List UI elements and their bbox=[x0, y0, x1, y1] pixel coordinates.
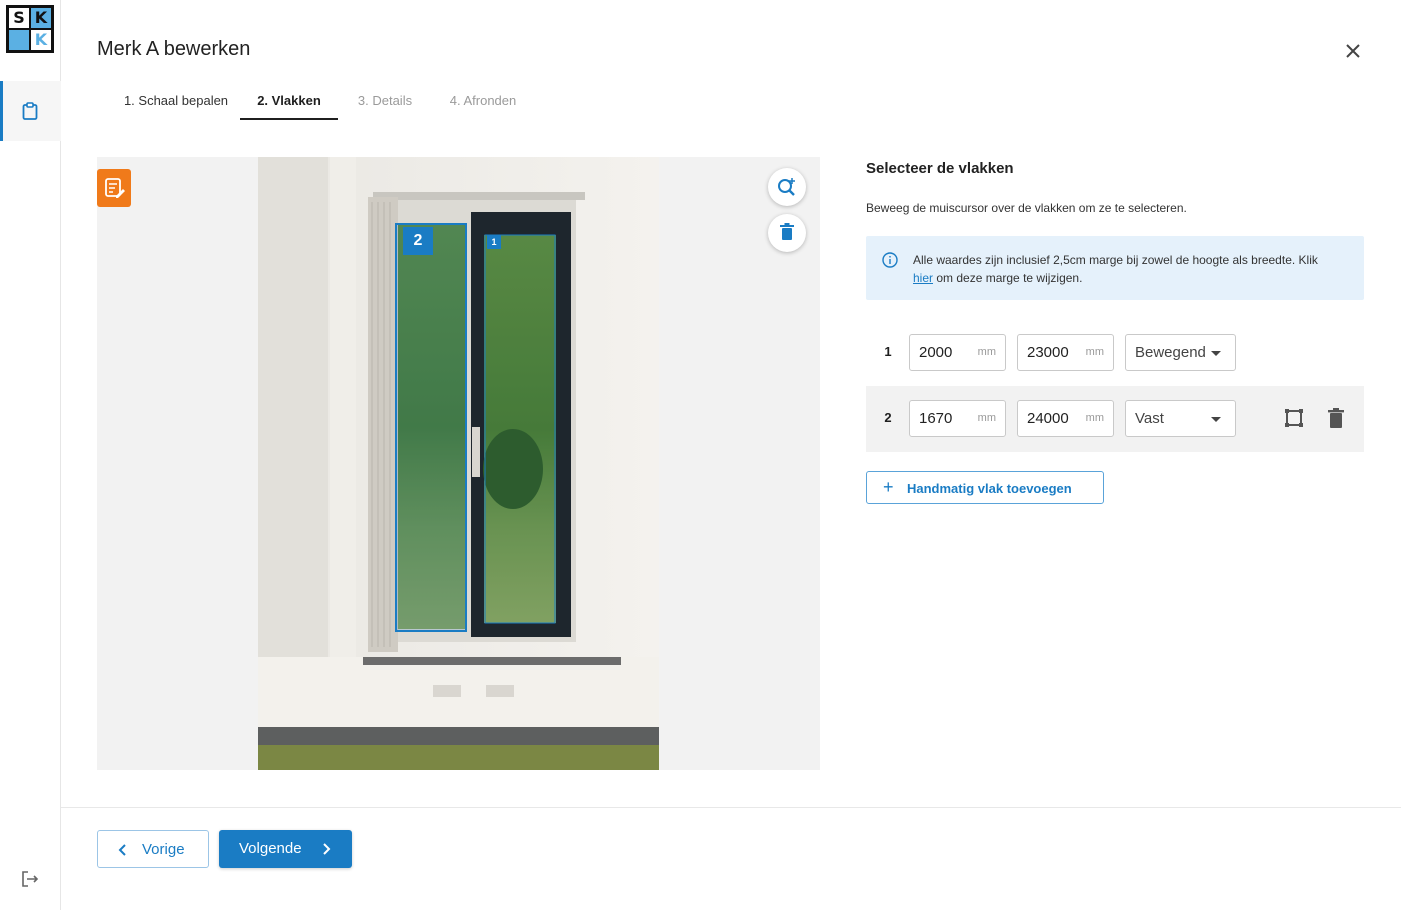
zoom-button[interactable] bbox=[768, 168, 806, 206]
plus-icon: + bbox=[883, 477, 894, 497]
add-manual-plane-label: Handmatig vlak toevoegen bbox=[907, 481, 1072, 496]
sidebar: S K K bbox=[0, 0, 61, 910]
logo-cell: K bbox=[31, 30, 51, 50]
logo-cell bbox=[9, 30, 29, 50]
tab-schaal-bepalen[interactable]: 1. Schaal bepalen bbox=[107, 82, 245, 120]
plane-row[interactable]: 1 2000 mm 23000 mm Bewegend bbox=[866, 320, 1364, 386]
tab-afronden[interactable]: 4. Afronden bbox=[439, 82, 527, 120]
plane-number: 2 bbox=[884, 410, 892, 425]
next-label: Volgende bbox=[239, 840, 302, 857]
type-select[interactable]: Bewegend bbox=[1125, 334, 1236, 371]
unit-label: mm bbox=[977, 346, 996, 358]
edit-note-icon bbox=[105, 178, 125, 198]
active-indicator bbox=[0, 81, 3, 141]
type-value: Vast bbox=[1135, 410, 1164, 427]
chevron-right-icon bbox=[323, 843, 331, 855]
info-text-before: Alle waardes zijn inclusief 2,5cm marge … bbox=[913, 253, 1318, 267]
height-value: 23000 bbox=[1027, 344, 1069, 361]
info-icon bbox=[882, 252, 898, 268]
height-value: 24000 bbox=[1027, 410, 1069, 427]
logo-cell: S bbox=[9, 8, 29, 28]
footer-divider bbox=[61, 807, 1401, 808]
plane-row[interactable]: 2 1670 mm 24000 mm Vast bbox=[866, 386, 1364, 452]
pane-label-1: 1 bbox=[487, 235, 501, 249]
info-text-after: om deze marge te wijzigen. bbox=[936, 271, 1083, 285]
tab-details[interactable]: 3. Details bbox=[349, 82, 421, 120]
height-field[interactable]: 24000 mm bbox=[1017, 400, 1114, 437]
logout-icon[interactable] bbox=[21, 871, 39, 887]
info-text: Alle waardes zijn inclusief 2,5cm marge … bbox=[913, 251, 1353, 287]
chevron-left-icon bbox=[118, 844, 126, 856]
unit-label: mm bbox=[1085, 346, 1104, 358]
section-subtitle: Beweeg de muiscursor over de vlakken om … bbox=[866, 201, 1187, 215]
image-canvas[interactable]: 2 1 bbox=[97, 157, 820, 770]
caret-down-icon bbox=[1211, 417, 1221, 422]
width-value: 2000 bbox=[919, 344, 953, 361]
previous-button[interactable]: Vorige bbox=[97, 830, 209, 868]
unit-label: mm bbox=[1085, 412, 1104, 424]
window-photo[interactable]: 2 1 bbox=[258, 157, 659, 770]
crop-icon[interactable] bbox=[1282, 406, 1306, 430]
pane-label-2: 2 bbox=[403, 227, 433, 255]
add-manual-plane-button[interactable]: + Handmatig vlak toevoegen bbox=[866, 471, 1104, 504]
caret-down-icon bbox=[1211, 351, 1221, 356]
type-select[interactable]: Vast bbox=[1125, 400, 1236, 437]
app-logo[interactable]: S K K bbox=[6, 5, 54, 53]
type-value: Bewegend bbox=[1135, 344, 1206, 361]
width-field[interactable]: 1670 mm bbox=[909, 400, 1006, 437]
logo-cell: K bbox=[31, 8, 51, 28]
width-field[interactable]: 2000 mm bbox=[909, 334, 1006, 371]
close-icon[interactable] bbox=[1341, 39, 1365, 63]
next-button[interactable]: Volgende bbox=[219, 830, 352, 868]
page-title: Merk A bewerken bbox=[97, 38, 251, 60]
delete-image-button[interactable] bbox=[768, 214, 806, 252]
sidebar-item-projects[interactable] bbox=[0, 81, 61, 141]
photo-illustration bbox=[258, 157, 659, 770]
margin-link[interactable]: hier bbox=[913, 271, 933, 285]
tab-vlakken[interactable]: 2. Vlakken bbox=[240, 82, 338, 120]
zoom-in-icon bbox=[778, 178, 795, 196]
notes-button[interactable] bbox=[97, 169, 131, 207]
width-value: 1670 bbox=[919, 410, 953, 427]
trash-icon[interactable] bbox=[1324, 406, 1348, 430]
height-field[interactable]: 23000 mm bbox=[1017, 334, 1114, 371]
trash-icon bbox=[780, 223, 794, 240]
section-title: Selecteer de vlakken bbox=[866, 160, 1014, 177]
info-banner: Alle waardes zijn inclusief 2,5cm marge … bbox=[866, 236, 1364, 300]
plane-number: 1 bbox=[884, 344, 892, 359]
clipboard-icon bbox=[22, 102, 38, 120]
unit-label: mm bbox=[977, 412, 996, 424]
previous-label: Vorige bbox=[142, 841, 185, 858]
